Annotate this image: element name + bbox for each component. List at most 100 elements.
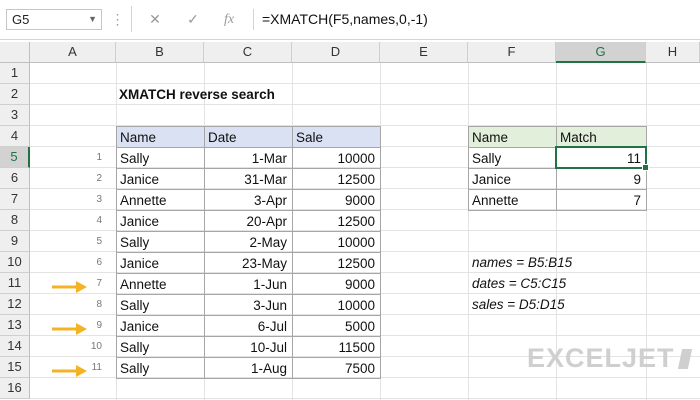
- row-header-7[interactable]: 7: [0, 189, 30, 210]
- table-cell-name[interactable]: Sally: [116, 336, 205, 358]
- named-range-sales[interactable]: sales = D5:D15: [469, 294, 639, 315]
- row-header-1[interactable]: 1: [0, 63, 30, 84]
- divider: [131, 6, 132, 32]
- fill-handle[interactable]: [642, 164, 649, 171]
- match-cell-match[interactable]: 9: [556, 168, 647, 190]
- match-cell-name[interactable]: Annette: [468, 189, 557, 211]
- table-header-sale[interactable]: Sale: [292, 126, 381, 148]
- table-cell-name[interactable]: Sally: [116, 231, 205, 253]
- table-cell-name[interactable]: Sally: [116, 147, 205, 169]
- row-header-9[interactable]: 9: [0, 231, 30, 252]
- logo-mark: [677, 349, 692, 369]
- table-cell-name[interactable]: Janice: [116, 168, 205, 190]
- arrow-right-icon: [52, 323, 87, 335]
- row-header-5[interactable]: 5: [0, 147, 30, 168]
- table-cell-date[interactable]: 31-Mar: [204, 168, 293, 190]
- formula-bar: G5 ▼ ⋮ ✕ ✓ fx =XMATCH(F5,names,0,-1): [0, 0, 700, 40]
- logo-text: EXCELJET: [527, 343, 675, 373]
- table-cell-sale[interactable]: 10000: [292, 294, 381, 316]
- column-header-c[interactable]: C: [204, 42, 292, 63]
- column-header-e[interactable]: E: [380, 42, 468, 63]
- table-cell-date[interactable]: 2-May: [204, 231, 293, 253]
- row-header-11[interactable]: 11: [0, 273, 30, 294]
- table-cell-name[interactable]: Janice: [116, 252, 205, 274]
- table-cell-sale[interactable]: 9000: [292, 189, 381, 211]
- match-cell-name[interactable]: Janice: [468, 168, 557, 190]
- arrow-right-icon: [52, 365, 87, 377]
- formula-input[interactable]: =XMATCH(F5,names,0,-1): [253, 9, 700, 30]
- row-header-10[interactable]: 10: [0, 252, 30, 273]
- match-cell-name[interactable]: Sally: [468, 147, 557, 169]
- table-cell-date[interactable]: 10-Jul: [204, 336, 293, 358]
- table-cell-name[interactable]: Sally: [116, 357, 205, 379]
- table-cell-sale[interactable]: 11500: [292, 336, 381, 358]
- row-index: 10: [90, 341, 102, 352]
- table-cell-sale[interactable]: 12500: [292, 210, 381, 232]
- table-cell-date[interactable]: 3-Jun: [204, 294, 293, 316]
- row-header-16[interactable]: 16: [0, 378, 30, 399]
- table-cell-sale[interactable]: 5000: [292, 315, 381, 337]
- table-cell-sale[interactable]: 9000: [292, 273, 381, 295]
- gridline: [468, 63, 469, 400]
- gridline: [30, 398, 700, 399]
- table-cell-date[interactable]: 20-Apr: [204, 210, 293, 232]
- row-index: 1: [96, 152, 102, 163]
- column-header-g[interactable]: G: [556, 42, 646, 63]
- table-cell-date[interactable]: 3-Apr: [204, 189, 293, 211]
- row-header-2[interactable]: 2: [0, 84, 30, 105]
- arrow-right-icon: [52, 281, 87, 293]
- column-header-d[interactable]: D: [292, 42, 380, 63]
- table-cell-date[interactable]: 1-Aug: [204, 357, 293, 379]
- sheet-title[interactable]: XMATCH reverse search: [116, 84, 376, 105]
- selected-cell-g5[interactable]: [555, 146, 647, 169]
- table-cell-sale[interactable]: 12500: [292, 168, 381, 190]
- more-options-icon[interactable]: ⋮: [110, 9, 125, 30]
- table-cell-sale[interactable]: 10000: [292, 231, 381, 253]
- table-cell-date[interactable]: 1-Jun: [204, 273, 293, 295]
- match-header-name[interactable]: Name: [468, 126, 557, 148]
- row-index: 4: [96, 215, 102, 226]
- row-header-13[interactable]: 13: [0, 315, 30, 336]
- table-cell-sale[interactable]: 7500: [292, 357, 381, 379]
- enter-icon[interactable]: ✓: [178, 9, 208, 30]
- row-header-14[interactable]: 14: [0, 336, 30, 357]
- row-header-12[interactable]: 12: [0, 294, 30, 315]
- table-cell-date[interactable]: 23-May: [204, 252, 293, 274]
- match-cell-match[interactable]: 7: [556, 189, 647, 211]
- column-header-a[interactable]: A: [30, 42, 116, 63]
- table-header-date[interactable]: Date: [204, 126, 293, 148]
- table-cell-date[interactable]: 1-Mar: [204, 147, 293, 169]
- named-range-dates[interactable]: dates = C5:C15: [469, 273, 639, 294]
- table-cell-name[interactable]: Janice: [116, 315, 205, 337]
- table-cell-sale[interactable]: 12500: [292, 252, 381, 274]
- row-index: 2: [96, 173, 102, 184]
- chevron-down-icon[interactable]: ▼: [88, 10, 97, 29]
- row-header-15[interactable]: 15: [0, 357, 30, 378]
- exceljet-logo: EXCELJET: [527, 343, 692, 374]
- named-range-names[interactable]: names = B5:B15: [469, 252, 639, 273]
- column-header-h[interactable]: H: [646, 42, 700, 63]
- column-header-b[interactable]: B: [116, 42, 204, 63]
- row-index: 8: [96, 299, 102, 310]
- row-index: 6: [96, 257, 102, 268]
- table-cell-name[interactable]: Sally: [116, 294, 205, 316]
- cancel-icon[interactable]: ✕: [140, 9, 170, 30]
- table-cell-name[interactable]: Janice: [116, 210, 205, 232]
- row-header-8[interactable]: 8: [0, 210, 30, 231]
- column-header-f[interactable]: F: [468, 42, 556, 63]
- row-header-3[interactable]: 3: [0, 105, 30, 126]
- match-header-match[interactable]: Match: [556, 126, 647, 148]
- table-header-name[interactable]: Name: [116, 126, 205, 148]
- name-box[interactable]: G5 ▼: [6, 9, 102, 30]
- select-all-corner[interactable]: [0, 42, 30, 63]
- row-header-6[interactable]: 6: [0, 168, 30, 189]
- table-cell-sale[interactable]: 10000: [292, 147, 381, 169]
- row-header-4[interactable]: 4: [0, 126, 30, 147]
- name-box-value: G5: [12, 12, 30, 27]
- table-cell-name[interactable]: Annette: [116, 189, 205, 211]
- insert-function-icon[interactable]: fx: [214, 9, 244, 30]
- row-index: 3: [96, 194, 102, 205]
- table-cell-date[interactable]: 6-Jul: [204, 315, 293, 337]
- row-index: 5: [96, 236, 102, 247]
- table-cell-name[interactable]: Annette: [116, 273, 205, 295]
